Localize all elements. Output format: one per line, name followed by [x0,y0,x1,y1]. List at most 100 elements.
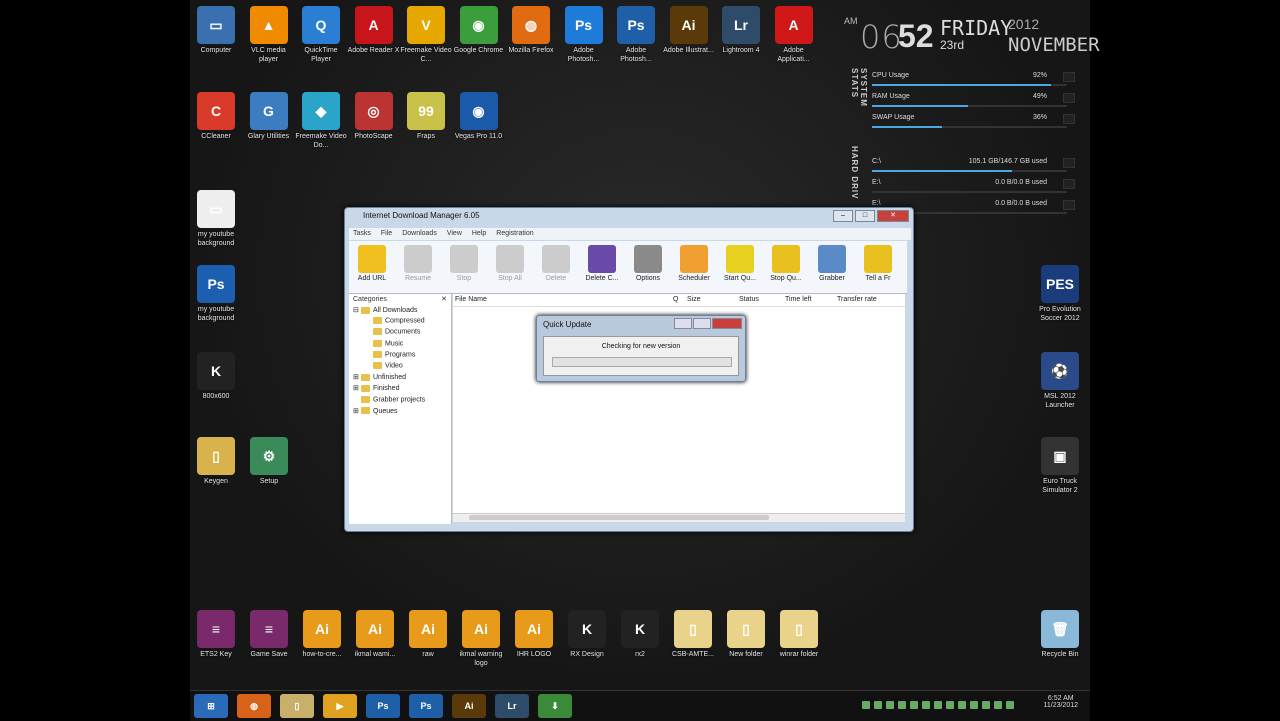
toolbar-button-0[interactable]: Add URL [349,241,395,293]
column-header[interactable]: Size [687,296,701,303]
toolbar-button-6[interactable]: Options [625,241,671,293]
maximize-button[interactable]: □ [855,210,875,222]
desktop-icon-row2-0[interactable]: C CCleaner [190,92,242,141]
desktop-icon-row2-5[interactable]: ◉ Vegas Pro 11.0 [453,92,505,141]
quick-update-dialog[interactable]: Quick Update Checking for new version [536,315,746,382]
toolbar-button-4[interactable]: Delete [533,241,579,293]
desktop-icon-left-3[interactable]: ▯ Keygen [190,437,242,486]
tree-toggle[interactable]: ⊟ [353,306,361,314]
toolbar-button-8[interactable]: Start Qu... [717,241,763,293]
desktop-icon-top-0[interactable]: ▭ Computer [190,6,242,55]
toolbar-button-9[interactable]: Stop Qu... [763,241,809,293]
desktop-icon-left-2[interactable]: K 800x600 [190,352,242,401]
tree-toggle[interactable]: ⊞ [353,384,361,392]
menu-downloads[interactable]: Downloads [402,228,437,240]
taskbar-illustrator-icon[interactable]: Ai [452,694,486,718]
desktop-icon-bottom-7[interactable]: K RX Design [561,610,613,659]
desktop-icon-top-7[interactable]: Ps Adobe Photosh... [558,6,610,64]
desktop-icon-bottom-9[interactable]: ▯ CSB-AMTE... [667,610,719,659]
tree-toggle[interactable]: ⊞ [353,407,361,415]
desktop-icon-right-2[interactable]: ▣ Euro Truck Simulator 2 [1034,437,1086,495]
category-item[interactable]: ⊞ Unfinished [353,373,406,381]
taskbar-photoshop-1-icon[interactable]: Ps [366,694,400,718]
desktop-icon-right-1[interactable]: ⚽ MSL 2012 Launcher [1034,352,1086,410]
desktop-icon-top-3[interactable]: A Adobe Reader X [348,6,400,55]
taskbar-firefox-icon[interactable]: ◍ [237,694,271,718]
column-header[interactable]: File Name [455,296,487,303]
desktop-icon-top-6[interactable]: ◍ Mozilla Firefox [505,6,557,55]
taskbar-clock[interactable]: 6:52 AM 11/23/2012 [1043,695,1078,717]
toolbar-button-10[interactable]: Grabber [809,241,855,293]
category-item[interactable]: Compressed [365,317,425,325]
desktop-icon-bottom-0[interactable]: ≡ ETS2 Key [190,610,242,659]
desktop-icon-bottom-8[interactable]: Krx2 [614,610,666,659]
menu-view[interactable]: View [447,228,462,240]
desktop-icon-row2-1[interactable]: G Glary Utilities [243,92,295,141]
tree-toggle[interactable]: ⊞ [353,373,361,381]
desktop-icon-row2-2[interactable]: ◆ Freemake Video Do... [295,92,347,150]
minimize-button[interactable]: – [833,210,853,222]
desktop-icon-top-5[interactable]: ◉ Google Chrome [453,6,505,55]
menu-help[interactable]: Help [472,228,486,240]
toolbar-button-2[interactable]: Stop [441,241,487,293]
desktop-icon-bottom-11[interactable]: ▯ winrar folder [773,610,825,659]
column-header[interactable]: Time left [785,296,812,303]
menu-registration[interactable]: Registration [496,228,533,240]
taskbar-idm-icon[interactable]: ⬇ [538,694,572,718]
desktop-icon-top-1[interactable]: ▲ VLC media player [243,6,295,64]
toolbar-button-1[interactable]: Resume [395,241,441,293]
folder-icon [373,362,382,369]
desktop-icon-top-10[interactable]: Lr Lightroom 4 [715,6,767,55]
column-header[interactable]: Q [673,296,678,303]
taskbar-media-player-icon[interactable]: ▶ [323,694,357,718]
category-item[interactable]: ⊞ Queues [353,407,398,415]
desktop-icon-row2-4[interactable]: 99 Fraps [400,92,452,141]
menu-tasks[interactable]: Tasks [353,228,371,240]
menu-file[interactable]: File [381,228,392,240]
desktop-icon-bottom-4[interactable]: Ai raw [402,610,454,659]
close-button[interactable]: ✕ [877,210,909,222]
desktop-icon-left-1[interactable]: Ps my youtube background [190,265,242,323]
taskbar-photoshop-2-icon[interactable]: Ps [409,694,443,718]
horizontal-scrollbar[interactable] [453,513,905,522]
category-item[interactable]: Documents [365,328,420,336]
desktop-icon-left-0[interactable]: ▭ my youtube background [190,190,242,248]
system-tray-icons[interactable] [862,701,1014,709]
categories-close-icon[interactable]: ✕ [441,295,447,303]
column-header[interactable]: Status [739,296,759,303]
desktop-icon-bottom-10[interactable]: ▯ New folder [720,610,772,659]
desktop-icon-right-0[interactable]: PES Pro Evolution Soccer 2012 [1034,265,1086,323]
taskbar-start-orb-icon[interactable]: ⊞ [194,694,228,718]
taskbar: ⊞ ◍ ▯ ▶ Ps Ps Ai Lr ⬇ 6:52 AM 11/23/2012 [190,690,1090,721]
dialog-close-button[interactable] [712,318,742,329]
desktop-icon-bottom-5[interactable]: Ai ikmal warning logo [455,610,507,668]
taskbar-lightroom-icon[interactable]: Lr [495,694,529,718]
desktop-icon-bottom-1[interactable]: ≡ Game Save [243,610,295,659]
toolbar-button-5[interactable]: Delete C... [579,241,625,293]
desktop-icon-bottom-12[interactable]: 🗑 Recycle Bin [1034,610,1086,659]
desktop-icon-top-11[interactable]: A Adobe Applicati... [768,6,820,64]
desktop-icon-bottom-6[interactable]: Ai IHR LOGO [508,610,560,659]
taskbar-explorer-icon[interactable]: ▯ [280,694,314,718]
desktop-icon-top-9[interactable]: Ai Adobe Illustrat... [663,6,715,55]
desktop-icon-row2-3[interactable]: ◎ PhotoScape [348,92,400,141]
category-item[interactable]: ⊞ Finished [353,384,399,392]
desktop-icon-bottom-3[interactable]: Ai ikmal wami... [349,610,401,659]
dialog-maximize-button[interactable] [693,318,711,329]
category-item[interactable]: ⊟ All Downloads [353,306,417,314]
desktop-icon-bottom-2[interactable]: Ai how-to-cre... [296,610,348,659]
scrollbar-thumb[interactable] [469,515,769,520]
desktop-icon-top-2[interactable]: Q QuickTime Player [295,6,347,64]
toolbar-button-3[interactable]: Stop All [487,241,533,293]
category-item[interactable]: Grabber projects [353,395,425,403]
dialog-minimize-button[interactable] [674,318,692,329]
column-header[interactable]: Transfer rate [837,296,877,303]
category-item[interactable]: Programs [365,350,415,358]
toolbar-button-11[interactable]: Tell a Fr [855,241,901,293]
desktop-icon-top-8[interactable]: Ps Adobe Photosh... [610,6,662,64]
toolbar-button-7[interactable]: Scheduler [671,241,717,293]
category-item[interactable]: Video [365,362,403,369]
desktop-icon-left-4[interactable]: ⚙ Setup [243,437,295,486]
desktop-icon-top-4[interactable]: V Freemake Video C... [400,6,452,64]
category-item[interactable]: Music [365,339,403,347]
